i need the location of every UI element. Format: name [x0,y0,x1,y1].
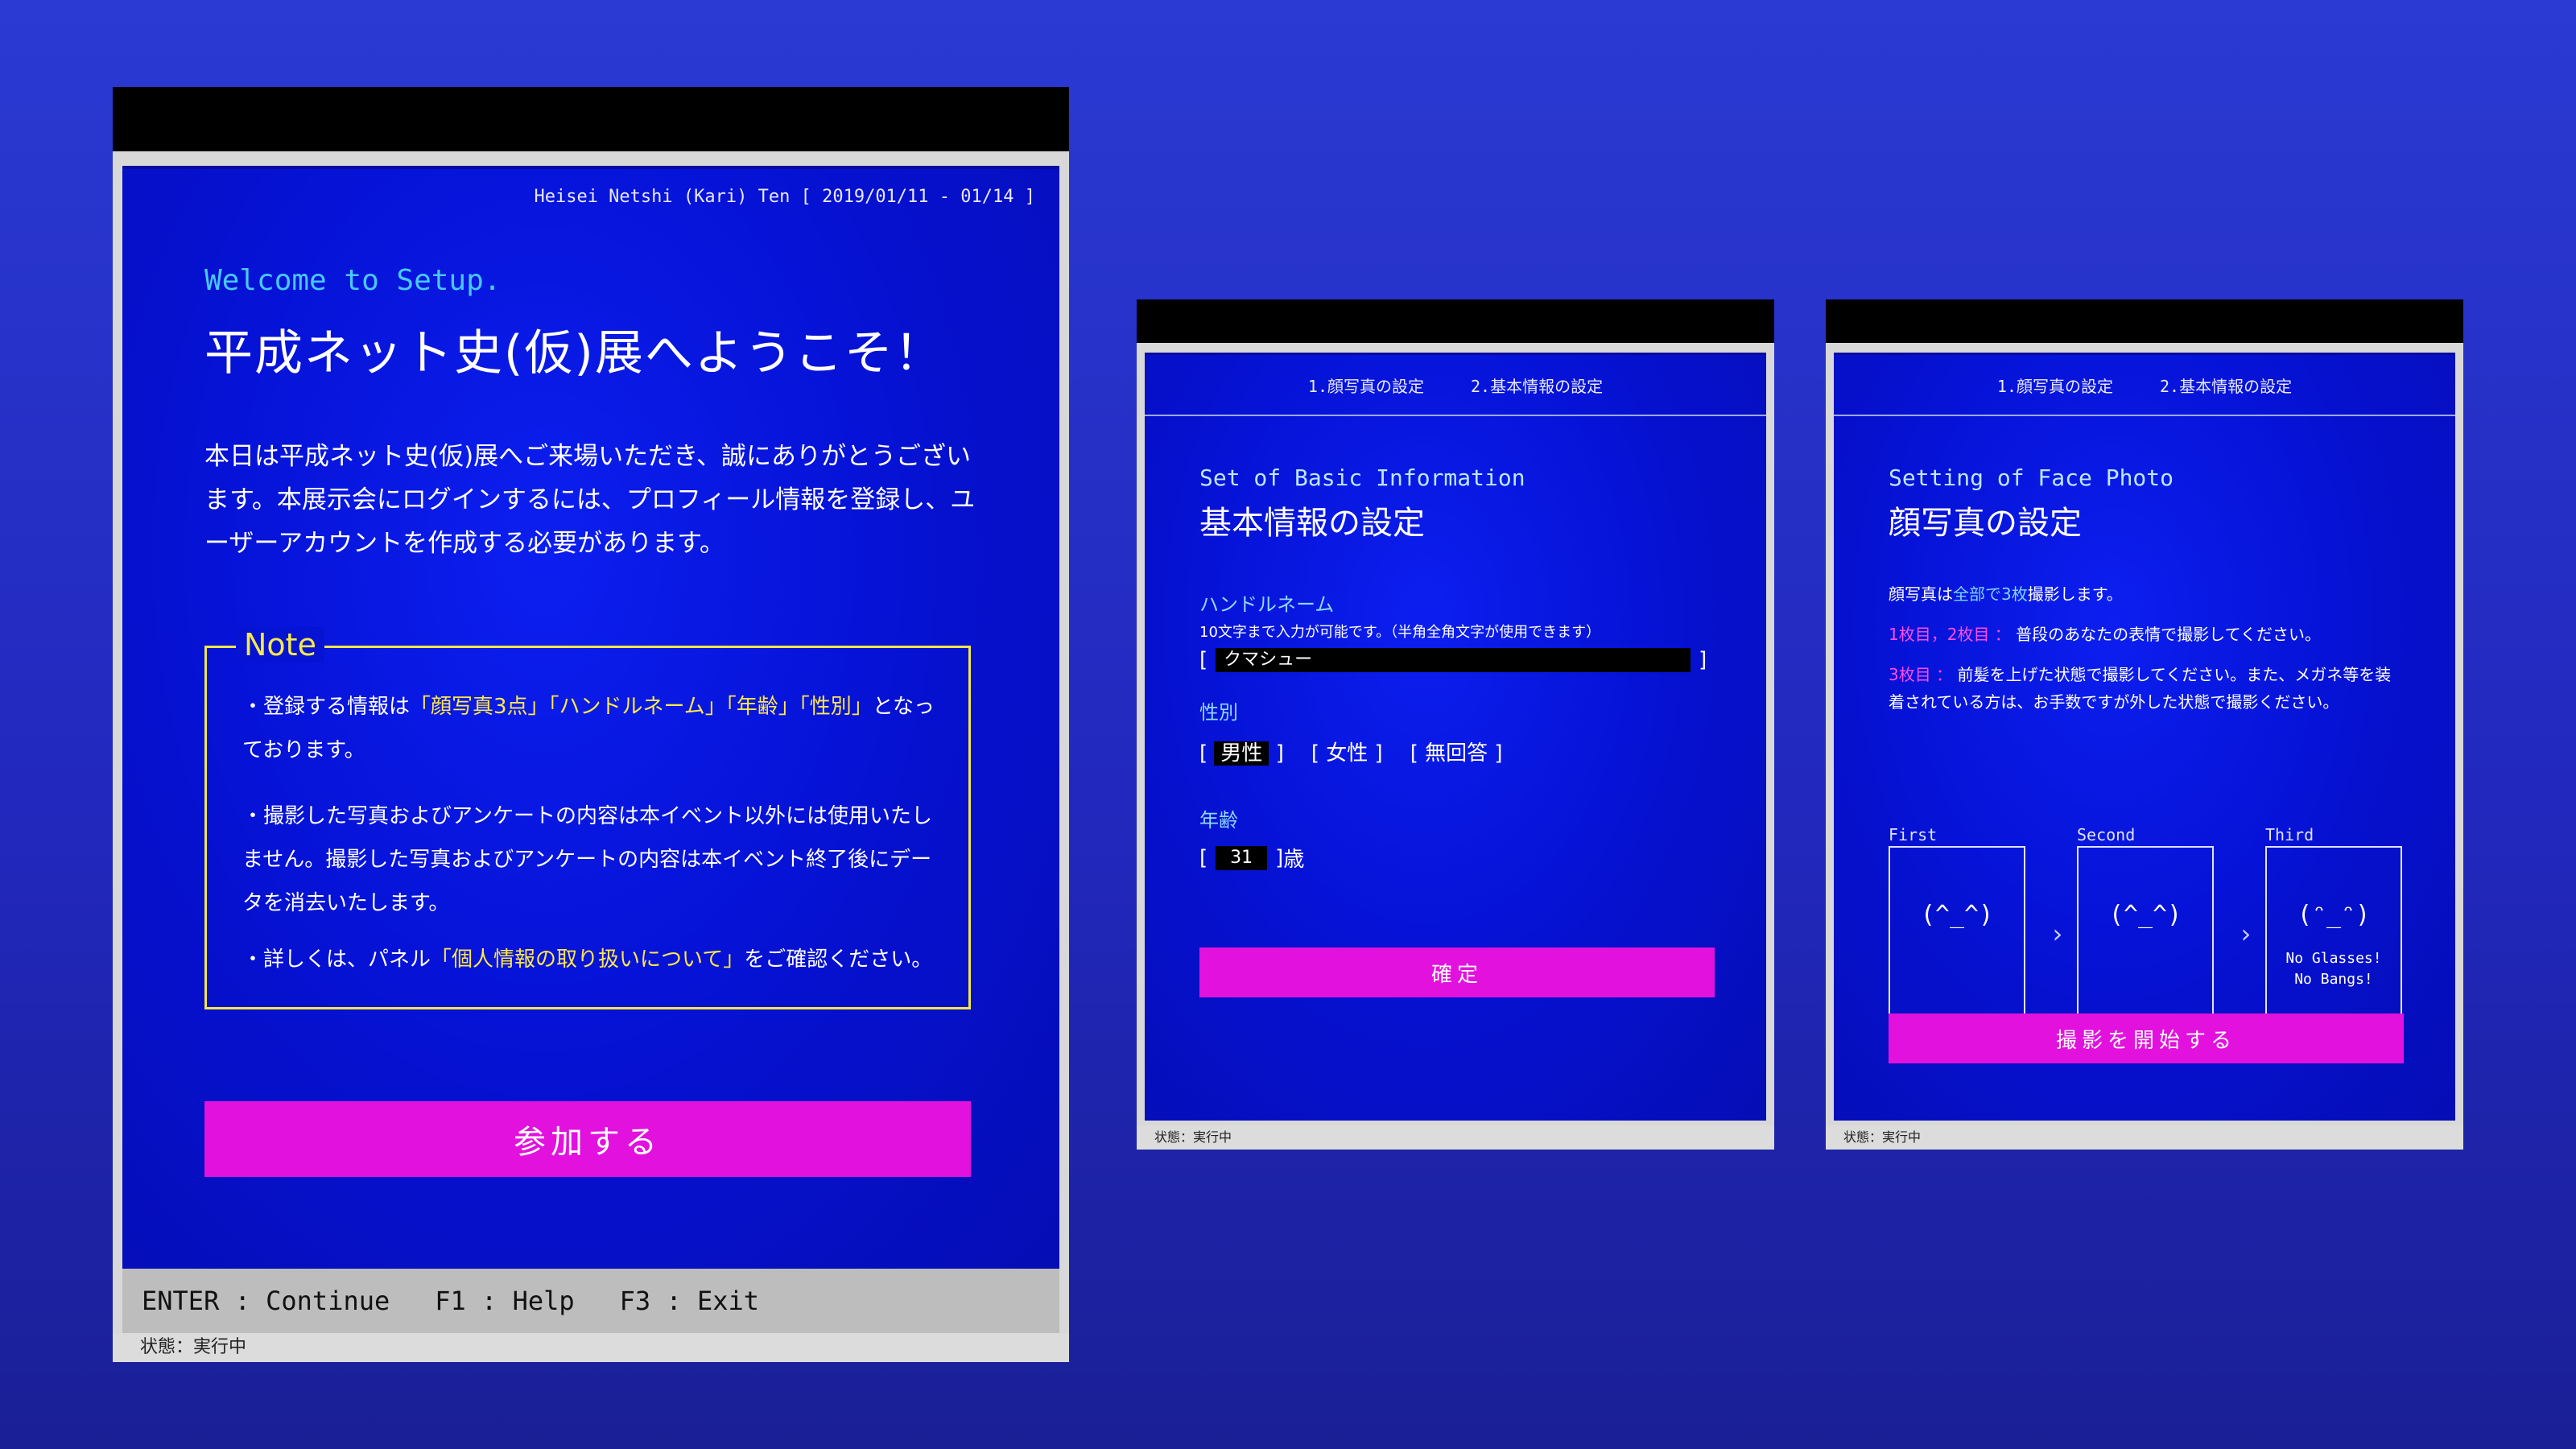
note-item-details: ・詳しくは、パネル「個人情報の取り扱いについて」をご確認ください。 [242,947,933,972]
note-box: Note ・登録する情報は「顔写真3点」「ハンドルネーム」「年齢」「性別」となっ… [204,627,971,1009]
note-item-privacy: ・撮影した写真およびアンケートの内容は本イベント以外には使用いたしません。撮影し… [242,804,932,915]
setup-welcome-window: Heisei Netshi (Kari) Ten [ 2019/01/11 - … [113,87,1069,1362]
step-tabs: 1.顔写真の設定 2.基本情報の設定 [1145,355,1766,416]
handle-label: ハンドルネーム [1199,593,1335,616]
function-key-bar: ENTER : Continue F1 : Help F3 : Exit [122,1269,1059,1333]
window-titlebar [1137,299,1774,343]
face-emoticon: (^_^) [2108,901,2182,929]
shot-label-second: Second [2077,825,2136,844]
note-item-info: ・登録する情報は「顔写真3点」「ハンドルネーム」「年齢」「性別」となっております… [242,695,935,762]
face-photo-window: 1.顔写真の設定 2.基本情報の設定 Setting of Face Photo… [1826,299,2463,1150]
status-bar: 状態：実行中 [113,1333,1069,1362]
face-emoticon: (ᵔ_ᵔ) [2297,901,2371,929]
welcome-screen: Heisei Netshi (Kari) Ten [ 2019/01/11 - … [122,166,1059,1269]
note-label: Note [236,627,324,663]
shot-label-third: Third [2265,825,2314,844]
event-info: Heisei Netshi (Kari) Ten [ 2019/01/11 - … [534,187,1035,207]
status-bar: 状態：実行中 [1137,1125,1774,1150]
handle-row: [クマシュー] [1199,648,1707,672]
basic-info-screen: 1.顔写真の設定 2.基本情報の設定 Set of Basic Informat… [1145,353,1766,1121]
handle-input[interactable]: クマシュー [1216,648,1691,672]
step-tabs: 1.顔写真の設定 2.基本情報の設定 [1834,355,2455,416]
key-f1-help[interactable]: F1 : Help [435,1286,574,1316]
page-title: 平成ネット史(仮)展へようこそ！ [204,325,944,382]
tab-basic-info[interactable]: 2.基本情報の設定 [1471,374,1603,397]
gender-label: 性別 [1199,701,1238,724]
welcome-heading: Welcome to Setup. [204,264,502,297]
section-title-en: Set of Basic Information [1199,464,1525,491]
gender-options: [ 男性 ] [ 女性 ] [ 無回答 ] [1199,737,1530,766]
window-titlebar [113,87,1069,151]
photo-slot-first: (^_^) [1889,846,2025,1018]
gender-option-no-answer[interactable]: [ 無回答 ] [1410,737,1503,766]
section-title: 顔写真の設定 [1889,505,2082,542]
status-bar: 状態：実行中 [1826,1125,2463,1150]
chevron-right-icon: › [2050,919,2066,949]
handle-hint: 10文字まで入力が可能です。（半角全角文字が使用できます） [1199,624,1601,641]
intro-text: 本日は平成ネット史(仮)展へご来場いただき、誠にありがとうございます。本展示会に… [204,442,976,558]
section-title-en: Setting of Face Photo [1889,464,2174,491]
start-capture-button[interactable]: 撮影を開始する [1889,1013,2404,1063]
section-title: 基本情報の設定 [1199,505,1425,542]
confirm-button[interactable]: 確定 [1199,947,1715,997]
face-emoticon: (^_^) [1920,901,1994,929]
gender-option-male[interactable]: [ 男性 ] [1199,737,1284,766]
window-titlebar [1826,299,2463,343]
photo-slot-third: (ᵔ_ᵔ) No Glasses! No Bangs! [2265,846,2402,1018]
gender-option-female[interactable]: [ 女性 ] [1311,737,1383,766]
photo-instruction-2: 3枚目 ： 前髪を上げた状態で撮影してください。また、メガネ等を装着されている方… [1889,665,2392,712]
shot-label-first: First [1889,825,1938,844]
photo-slot-second: (^_^) [2077,846,2214,1018]
photo-count-text: 顔写真は全部で3枚撮影します。 [1889,584,2123,604]
tab-face-photo[interactable]: 1.顔写真の設定 [1308,374,1424,397]
chevron-right-icon: › [2238,919,2254,949]
photo-instruction-1: 1枚目，2枚目 ： 普段のあなたの表情で撮影してください。 [1889,625,2321,644]
age-row: [31] 歳 [1199,843,1304,873]
age-input[interactable]: 31 [1216,845,1268,870]
key-f3-exit[interactable]: F3 : Exit [620,1286,759,1316]
age-unit: 歳 [1283,848,1305,872]
key-enter-continue[interactable]: ENTER : Continue [142,1286,390,1316]
third-shot-note: No Glasses! No Bangs! [2285,950,2382,988]
basic-info-window: 1.顔写真の設定 2.基本情報の設定 Set of Basic Informat… [1137,299,1774,1150]
face-photo-screen: 1.顔写真の設定 2.基本情報の設定 Setting of Face Photo… [1834,353,2455,1121]
age-label: 年齢 [1199,809,1238,832]
join-button[interactable]: 参加する [204,1101,971,1177]
tab-basic-info[interactable]: 2.基本情報の設定 [2160,374,2292,397]
tab-face-photo[interactable]: 1.顔写真の設定 [1997,374,2113,397]
